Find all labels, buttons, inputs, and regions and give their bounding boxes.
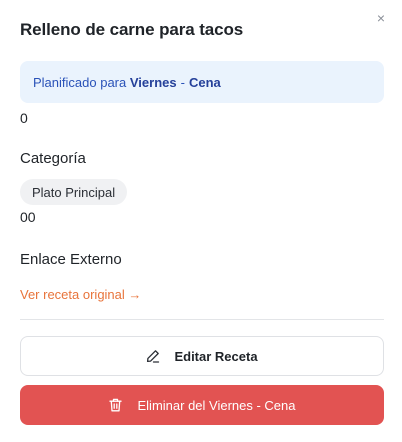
planned-for-prefix: Planificado para [33,74,127,90]
external-link-heading: Enlace Externo [20,251,122,268]
category-heading: Categoría [20,150,86,167]
edit-recipe-label: Editar Receta [174,348,258,364]
remove-from-plan-label: Eliminar del Viernes - Cena [137,397,296,413]
value-text: 0 [20,110,28,126]
close-icon[interactable]: × [371,8,391,28]
recipe-detail-modal: × Relleno de carne para tacos Planificad… [0,0,402,442]
trash-icon [108,398,122,412]
pencil-icon [147,350,160,363]
planned-separator: - [180,74,185,90]
planned-for-banner: Planificado para Viernes - Cena [20,61,384,103]
recipe-title: Relleno de carne para tacos [20,20,244,39]
edit-recipe-button[interactable]: Editar Receta [20,336,384,376]
remove-from-plan-button[interactable]: Eliminar del Viernes - Cena [20,385,384,425]
planned-day: Viernes [129,74,177,90]
value-text-secondary: 00 [20,209,36,225]
divider [20,319,384,320]
category-chip: Plato Principal [20,179,128,205]
planned-meal: Cena [188,74,221,90]
view-original-recipe-link[interactable]: Ver receta original → [20,287,141,302]
